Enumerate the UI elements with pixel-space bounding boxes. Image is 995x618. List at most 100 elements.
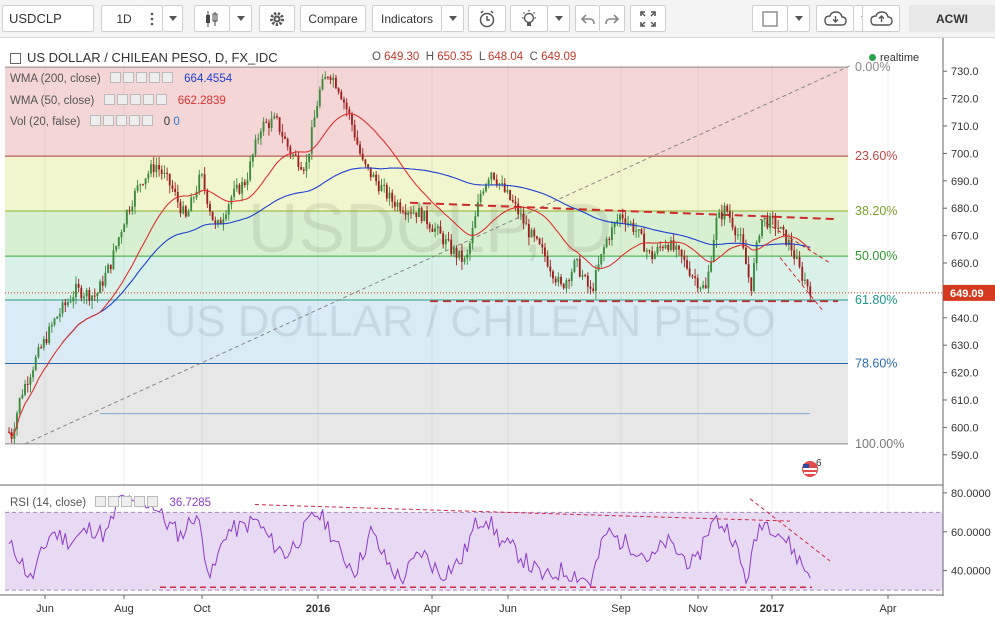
candle-body <box>667 244 670 251</box>
candle-body <box>632 222 635 232</box>
indicators-label: Indicators <box>380 11 434 26</box>
candle-body <box>659 246 662 248</box>
candle-body <box>482 191 485 194</box>
candle-body <box>77 283 80 288</box>
interval-more-icon[interactable] <box>141 5 163 32</box>
candle-body <box>318 89 321 106</box>
bulb-icon[interactable] <box>510 5 548 32</box>
candle-body <box>396 202 399 207</box>
candle-body <box>380 185 383 192</box>
candle-body <box>72 297 75 302</box>
price-tick-label: 640.0 <box>951 313 979 325</box>
price-tick-label: 690.0 <box>951 176 979 188</box>
fib-label: 61.80% <box>855 293 897 307</box>
legend-buttons[interactable] <box>103 94 169 108</box>
candle-body <box>648 250 651 252</box>
cloud-download-icon[interactable] <box>816 5 854 32</box>
candle-body <box>739 234 742 236</box>
candle-body <box>305 162 308 171</box>
collapse-icon[interactable] <box>10 53 21 65</box>
candle-body <box>493 172 495 180</box>
layout-icon[interactable] <box>752 5 788 32</box>
alert-clock-icon[interactable] <box>468 5 506 32</box>
candle-body <box>694 276 696 278</box>
candle-body <box>267 122 270 129</box>
watchlist-tab[interactable]: ACWI <box>909 5 995 32</box>
candle-body <box>273 116 276 119</box>
chevron-down-icon[interactable] <box>230 5 252 32</box>
candle-body <box>96 293 99 297</box>
time-tick-label: 2016 <box>306 603 330 615</box>
candle-body <box>611 227 613 240</box>
candle-body <box>573 260 576 272</box>
candle-body <box>501 183 503 185</box>
chevron-down-icon[interactable] <box>548 5 570 32</box>
candle-body <box>608 238 611 240</box>
ohlc-low: 648.04 <box>488 51 524 63</box>
candle-body <box>83 296 85 299</box>
candle-body <box>635 230 637 232</box>
candle-body <box>187 211 190 217</box>
wma200-legend[interactable]: WMA (200, close) 664.4554 <box>10 72 232 86</box>
candle-body <box>720 212 723 220</box>
legend-buttons[interactable] <box>95 496 160 510</box>
candle-body <box>410 212 412 214</box>
chevron-down-icon[interactable] <box>163 5 183 32</box>
candle-body <box>42 339 45 348</box>
candle-body <box>147 173 150 179</box>
fullscreen-icon[interactable] <box>630 5 666 32</box>
ohlc-close: 649.09 <box>541 51 577 63</box>
candle-body <box>600 253 603 265</box>
ohlc-readout: O 649.30 H 650.35 L 648.04 C 649.09 <box>372 51 577 63</box>
candle-body <box>538 238 541 245</box>
candle-body <box>718 212 721 218</box>
rsi-legend[interactable]: RSI (14, close) 36.7285 <box>10 496 211 510</box>
legend-buttons[interactable] <box>89 115 155 129</box>
candle-body <box>286 138 289 147</box>
candle-body <box>128 209 131 212</box>
candle-body <box>517 203 520 215</box>
cloud-upload-icon[interactable] <box>862 5 900 32</box>
price-tick-label: 630.0 <box>951 340 979 352</box>
indicators-button[interactable]: Indicators <box>372 5 442 32</box>
realtime-status: realtime <box>869 52 919 64</box>
candle-body <box>619 214 621 221</box>
candle-body <box>645 250 648 252</box>
candle-body <box>554 278 557 283</box>
time-tick-label: 2017 <box>760 603 784 615</box>
symbol-search-button[interactable]: USDCLP <box>2 5 94 32</box>
legend-buttons[interactable] <box>109 72 175 86</box>
candle-body <box>222 219 225 224</box>
candle-body <box>656 246 659 254</box>
candle-body <box>565 280 568 289</box>
alert-badge[interactable]: 6 <box>800 458 830 478</box>
candle-body <box>198 174 201 192</box>
undo-icon[interactable] <box>575 5 599 32</box>
gear-icon[interactable] <box>259 5 295 32</box>
candle-style-icon[interactable] <box>194 5 230 32</box>
candle-body <box>24 383 26 395</box>
fib-label: 78.60% <box>855 357 897 371</box>
redo-icon[interactable] <box>599 5 625 32</box>
candle-body <box>391 192 394 202</box>
wma50-legend[interactable]: WMA (50, close) 662.2839 <box>10 94 226 108</box>
candle-body <box>313 117 316 128</box>
candle-body <box>163 172 166 174</box>
volume-legend[interactable]: Vol (20, false) 0 0 <box>10 115 180 129</box>
chevron-down-icon[interactable] <box>788 5 810 32</box>
price-tick-label: 590.0 <box>951 450 979 462</box>
candle-body <box>442 233 445 245</box>
candle-body <box>509 190 512 200</box>
candle-body <box>155 164 158 173</box>
candle-body <box>351 113 353 125</box>
candle-body <box>511 199 514 202</box>
chevron-down-icon[interactable] <box>442 5 464 32</box>
candle-body <box>348 109 351 114</box>
candle-body <box>436 226 439 229</box>
rsi-tick-label: 60.0000 <box>951 527 991 539</box>
volume-value-2: 0 <box>173 116 180 129</box>
compare-button[interactable]: Compare <box>300 5 366 32</box>
candle-body <box>586 275 589 287</box>
candle-body <box>29 377 32 385</box>
candle-body <box>616 220 619 223</box>
